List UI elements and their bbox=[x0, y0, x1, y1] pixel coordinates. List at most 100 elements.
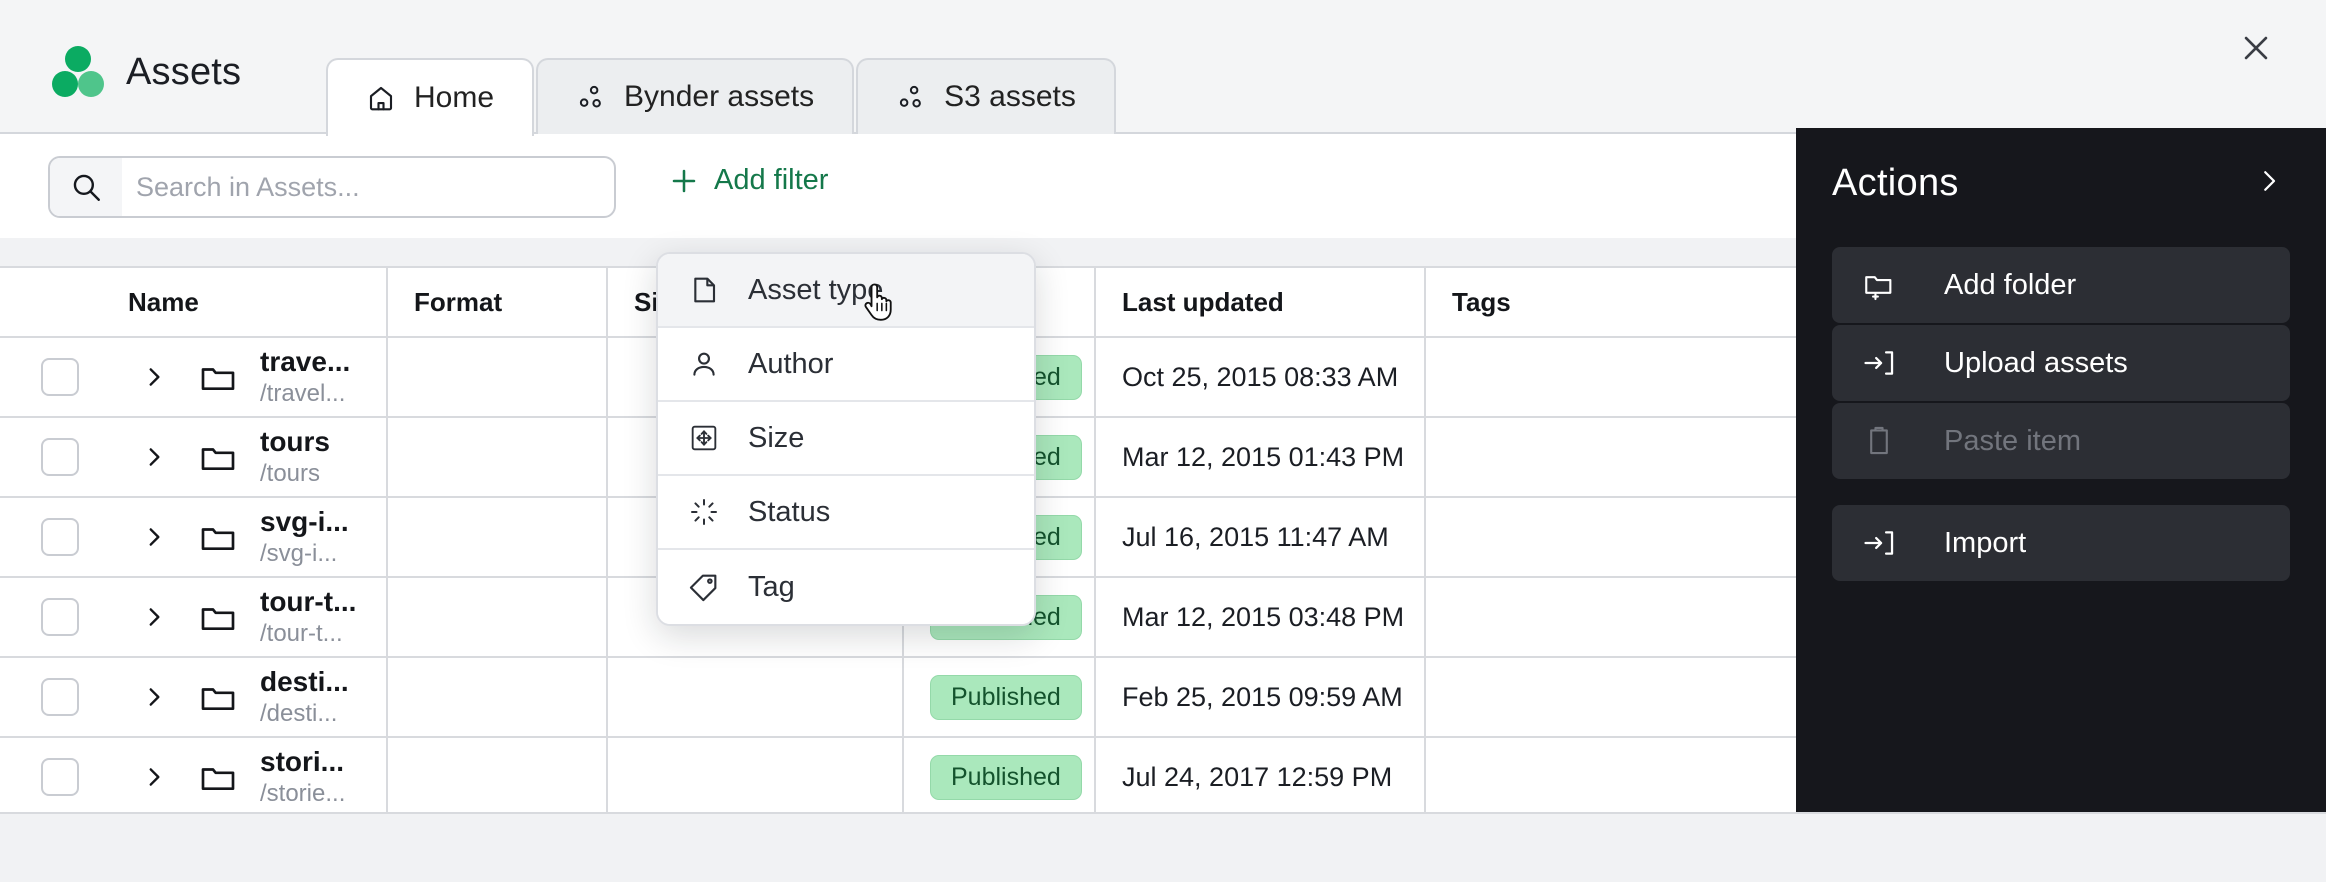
row-path: /travel... bbox=[260, 380, 346, 408]
tab-bynder-assets-label: Bynder assets bbox=[624, 80, 815, 113]
row-checkbox-cell[interactable] bbox=[0, 578, 120, 656]
search-icon bbox=[73, 174, 100, 201]
action-label: Paste item bbox=[1944, 424, 2081, 457]
filter-option-size[interactable]: Size bbox=[658, 402, 1034, 476]
row-size-cell bbox=[608, 658, 904, 736]
chevron-right-icon bbox=[149, 768, 160, 786]
brand: Assets bbox=[52, 46, 241, 98]
row-name-cell[interactable]: trave... /travel... bbox=[188, 338, 388, 416]
row-updated: Feb 25, 2015 09:59 AM bbox=[1122, 681, 1403, 712]
row-path: /storie... bbox=[260, 780, 346, 808]
row-name-cell[interactable]: svg-i... /svg-i... bbox=[188, 498, 388, 576]
row-format-cell bbox=[388, 498, 608, 576]
row-format-cell bbox=[388, 338, 608, 416]
row-name-cell[interactable]: tours /tours bbox=[188, 418, 388, 496]
tab-s3-assets-label: S3 assets bbox=[944, 80, 1076, 113]
filter-option-asset-type[interactable]: Asset type bbox=[658, 254, 1034, 328]
row-tags-cell bbox=[1426, 338, 1766, 416]
row-expand-toggle[interactable] bbox=[120, 578, 188, 656]
folder-icon bbox=[201, 608, 235, 630]
folder-plus-icon bbox=[1865, 276, 1892, 301]
row-name-cell[interactable]: stori... /storie... bbox=[188, 738, 388, 812]
row-checkbox-cell[interactable] bbox=[0, 738, 120, 812]
add-filter-button[interactable]: Add filter bbox=[668, 164, 828, 197]
close-window-button[interactable] bbox=[2232, 24, 2280, 72]
actions-panel-collapse-button[interactable] bbox=[2254, 166, 2284, 201]
row-name: tour-t... bbox=[260, 586, 357, 618]
action-paste-item: Paste item bbox=[1832, 403, 2290, 479]
plus-icon bbox=[672, 169, 696, 192]
row-size-cell bbox=[608, 738, 904, 812]
spinner-icon bbox=[691, 499, 717, 525]
action-upload-assets[interactable]: Upload assets bbox=[1832, 325, 2290, 401]
folder-icon bbox=[201, 368, 235, 390]
row-updated: Mar 12, 2015 03:48 PM bbox=[1122, 601, 1405, 632]
search-input[interactable] bbox=[122, 158, 614, 216]
table-footer bbox=[0, 812, 2326, 882]
person-icon bbox=[693, 352, 715, 376]
clipboard-icon bbox=[1870, 426, 1888, 455]
folder-icon bbox=[201, 768, 235, 790]
row-updated-cell: Jul 16, 2015 11:47 AM bbox=[1096, 498, 1426, 576]
filter-option-label: Tag bbox=[748, 570, 795, 603]
action-label: Add folder bbox=[1944, 268, 2077, 301]
row-format-cell bbox=[388, 738, 608, 812]
filter-option-label: Status bbox=[748, 495, 831, 528]
tab-bynder-assets[interactable]: Bynder assets bbox=[536, 58, 855, 134]
chevron-right-icon bbox=[149, 368, 160, 386]
row-checkbox[interactable] bbox=[41, 678, 79, 716]
row-tags-cell bbox=[1426, 578, 1766, 656]
column-header-tags[interactable]: Tags bbox=[1426, 268, 1766, 336]
action-add-folder[interactable]: Add folder bbox=[1832, 247, 2290, 323]
row-checkbox[interactable] bbox=[41, 358, 79, 396]
row-format-cell bbox=[388, 578, 608, 656]
chevron-right-icon bbox=[149, 608, 160, 626]
nodes-icon bbox=[579, 85, 601, 108]
row-updated-cell: Mar 12, 2015 01:43 PM bbox=[1096, 418, 1426, 496]
search-box[interactable] bbox=[48, 156, 616, 218]
row-checkbox[interactable] bbox=[41, 518, 79, 556]
tab-strip: Home Bynder assets S3 assets bbox=[326, 54, 1118, 136]
row-name-cell[interactable]: desti... /desti... bbox=[188, 658, 388, 736]
row-checkbox-cell[interactable] bbox=[0, 418, 120, 496]
filter-option-author[interactable]: Author bbox=[658, 328, 1034, 402]
column-header-updated[interactable]: Last updated bbox=[1096, 268, 1426, 336]
upload-icon bbox=[1864, 351, 1894, 375]
filter-option-tag[interactable]: Tag bbox=[658, 550, 1034, 624]
row-updated-cell: Oct 25, 2015 08:33 AM bbox=[1096, 338, 1426, 416]
row-updated: Jul 24, 2017 12:59 PM bbox=[1122, 761, 1393, 792]
assets-app-window: Assets Home Bynder assets S3 assets Sear… bbox=[0, 0, 2326, 882]
filter-option-label: Author bbox=[748, 347, 834, 380]
row-expand-toggle[interactable] bbox=[120, 658, 188, 736]
row-checkbox-cell[interactable] bbox=[0, 498, 120, 576]
filter-option-label: Size bbox=[748, 421, 805, 454]
chevron-right-icon bbox=[149, 448, 160, 466]
row-name: stori... bbox=[260, 746, 345, 778]
row-checkbox[interactable] bbox=[41, 438, 79, 476]
row-expand-toggle[interactable] bbox=[120, 418, 188, 496]
filter-option-status[interactable]: Status bbox=[658, 476, 1034, 550]
app-title: Assets bbox=[126, 50, 242, 93]
column-header-name[interactable]: Name bbox=[0, 268, 388, 336]
row-updated-cell: Jul 24, 2017 12:59 PM bbox=[1096, 738, 1426, 812]
row-expand-toggle[interactable] bbox=[120, 338, 188, 416]
add-filter-label: Add filter bbox=[714, 164, 829, 196]
action-import[interactable]: Import bbox=[1832, 505, 2290, 581]
row-name-cell[interactable]: tour-t... /tour-t... bbox=[188, 578, 388, 656]
row-checkbox[interactable] bbox=[41, 598, 79, 636]
add-filter-dropdown: Asset type Author Size Status Tag bbox=[656, 252, 1036, 626]
action-label: Import bbox=[1944, 526, 2027, 559]
row-checkbox-cell[interactable] bbox=[0, 658, 120, 736]
column-header-format[interactable]: Format bbox=[388, 268, 608, 336]
chevron-right-icon bbox=[149, 688, 160, 706]
tab-home[interactable]: Home bbox=[326, 58, 535, 136]
row-status-cell: Published bbox=[904, 738, 1096, 812]
folder-icon bbox=[201, 448, 235, 470]
row-expand-toggle[interactable] bbox=[120, 738, 188, 812]
row-checkbox-cell[interactable] bbox=[0, 338, 120, 416]
home-icon bbox=[369, 86, 393, 111]
chevron-right-icon bbox=[149, 528, 160, 546]
row-expand-toggle[interactable] bbox=[120, 498, 188, 576]
row-checkbox[interactable] bbox=[41, 758, 79, 796]
tab-s3-assets[interactable]: S3 assets bbox=[856, 58, 1116, 134]
